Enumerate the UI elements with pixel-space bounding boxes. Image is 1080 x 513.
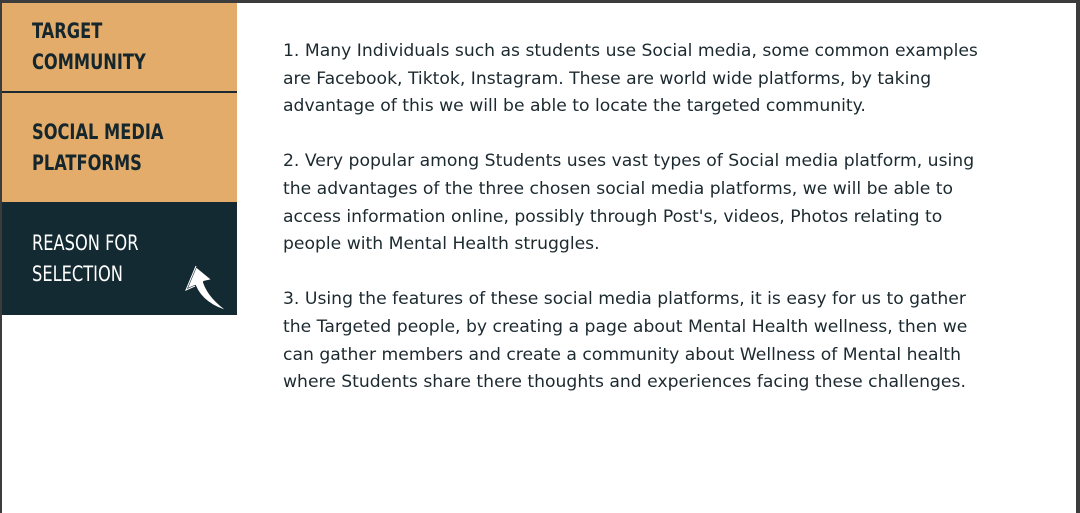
tab-reason-for-selection-label: REASON FOR SELECTION — [32, 230, 139, 286]
tab-target-community-label: TARGET COMMUNITY — [32, 19, 146, 74]
reason-content: 1. Many Individuals such as students use… — [283, 38, 983, 424]
tab-social-media-platforms-label: SOCIAL MEDIA PLATFORMS — [32, 119, 164, 175]
tab-target-community[interactable]: TARGET COMMUNITY — [2, 3, 237, 93]
cursor-arrow-icon — [184, 264, 232, 314]
slide-frame: TARGET COMMUNITY SOCIAL MEDIA PLATFORMS … — [2, 3, 1076, 513]
sidebar-nav: TARGET COMMUNITY SOCIAL MEDIA PLATFORMS … — [2, 3, 237, 315]
tab-reason-for-selection[interactable]: REASON FOR SELECTION — [2, 202, 237, 315]
reason-paragraph-2: 2. Very popular among Students uses vast… — [283, 151, 975, 255]
tab-social-media-platforms[interactable]: SOCIAL MEDIA PLATFORMS — [2, 93, 237, 202]
reason-paragraph-1: 1. Many Individuals such as students use… — [283, 41, 978, 117]
reason-paragraph-3: 3. Using the features of these social me… — [283, 289, 968, 393]
